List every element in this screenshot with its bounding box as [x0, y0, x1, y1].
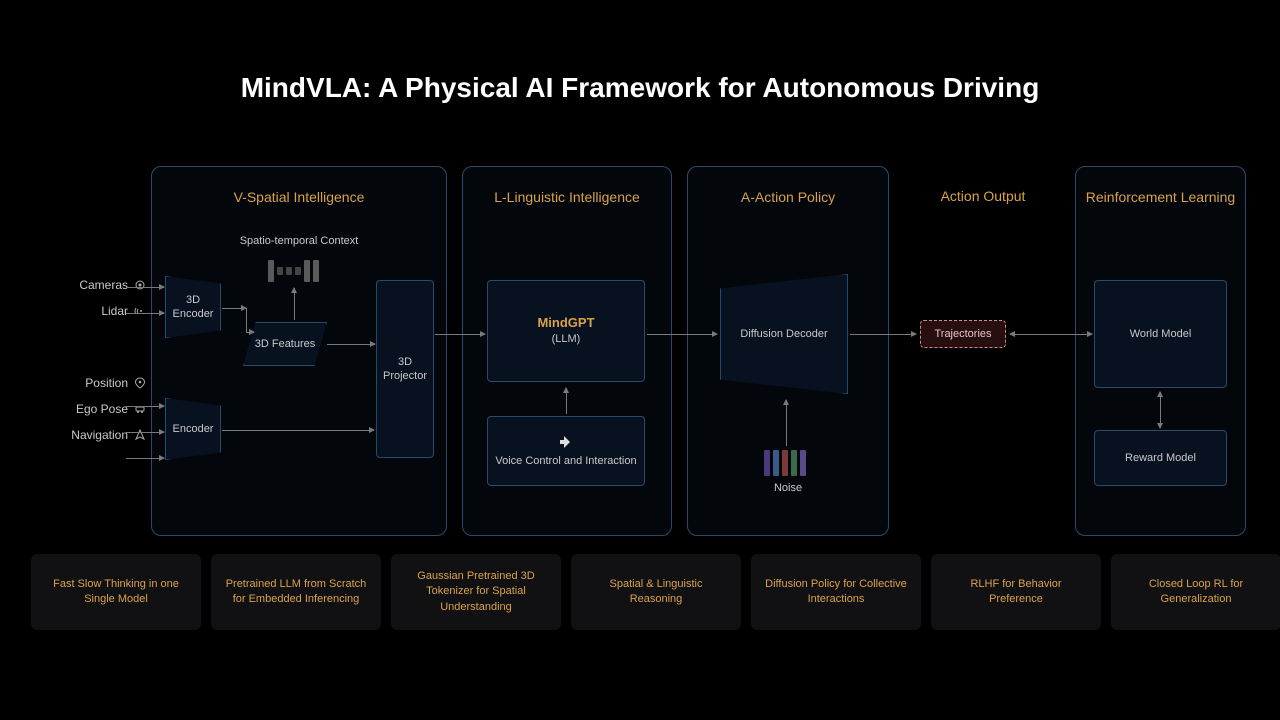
feature-card: Fast Slow Thinking in one Single Model — [31, 554, 201, 630]
arrow-line — [246, 308, 247, 332]
arrow — [435, 334, 485, 335]
block-3d-encoder: 3D Encoder — [165, 276, 221, 338]
arrow — [126, 432, 164, 433]
block-3d-features: 3D Features — [243, 322, 327, 366]
label-context: Spatio-temporal Context — [214, 235, 384, 247]
input-egopose: Ego Pose — [31, 398, 146, 420]
input-cameras: Cameras — [31, 274, 146, 296]
arrow — [126, 313, 164, 314]
feature-card: RLHF for Behavior Preference — [931, 554, 1101, 630]
arrow-bi-vert — [1160, 392, 1161, 428]
feature-card: Gaussian Pretrained 3D Tokenizer for Spa… — [391, 554, 561, 630]
label-noise: Noise — [760, 482, 816, 494]
arrow — [126, 406, 164, 407]
arrow-up — [566, 388, 567, 414]
block-mindgpt: MindGPT (LLM) — [487, 280, 645, 382]
input-position: Position — [31, 372, 146, 394]
feature-cards: Fast Slow Thinking in one Single Model P… — [31, 554, 1280, 630]
arrow — [126, 287, 164, 288]
arrow — [222, 430, 374, 431]
arrow-line — [222, 308, 246, 309]
arrow-bi — [1010, 334, 1092, 335]
arrow — [126, 458, 164, 459]
voice-icon — [558, 434, 574, 450]
arrow — [647, 334, 717, 335]
module-output: Action Output — [900, 188, 1066, 204]
noise-bars-icon — [764, 450, 806, 476]
feature-card: Pretrained LLM from Scratch for Embedded… — [211, 554, 381, 630]
arrow — [327, 344, 375, 345]
input-labels: Cameras Lidar Position Ego Pose Navigati… — [31, 274, 146, 450]
context-bars-icon — [268, 260, 319, 282]
page-title: MindVLA: A Physical AI Framework for Aut… — [0, 72, 1280, 104]
arrow — [246, 332, 254, 333]
input-lidar: Lidar — [31, 300, 146, 322]
block-diffusion: Diffusion Decoder — [720, 274, 848, 394]
block-trajectories: Trajectories — [920, 320, 1006, 348]
block-world-model: World Model — [1094, 280, 1227, 388]
arrow-up — [786, 400, 787, 446]
feature-card: Spatial & Linguistic Reasoning — [571, 554, 741, 630]
block-3d-projector: 3D Projector — [376, 280, 434, 458]
arrow-down — [294, 288, 295, 320]
feature-card: Diffusion Policy for Collective Interact… — [751, 554, 921, 630]
block-reward-model: Reward Model — [1094, 430, 1227, 486]
block-encoder: Encoder — [165, 398, 221, 460]
block-voice: Voice Control and Interaction — [487, 416, 645, 486]
arrow — [850, 334, 916, 335]
feature-card: Closed Loop RL for Generalization — [1111, 554, 1280, 630]
input-navigation: Navigation — [31, 424, 146, 446]
